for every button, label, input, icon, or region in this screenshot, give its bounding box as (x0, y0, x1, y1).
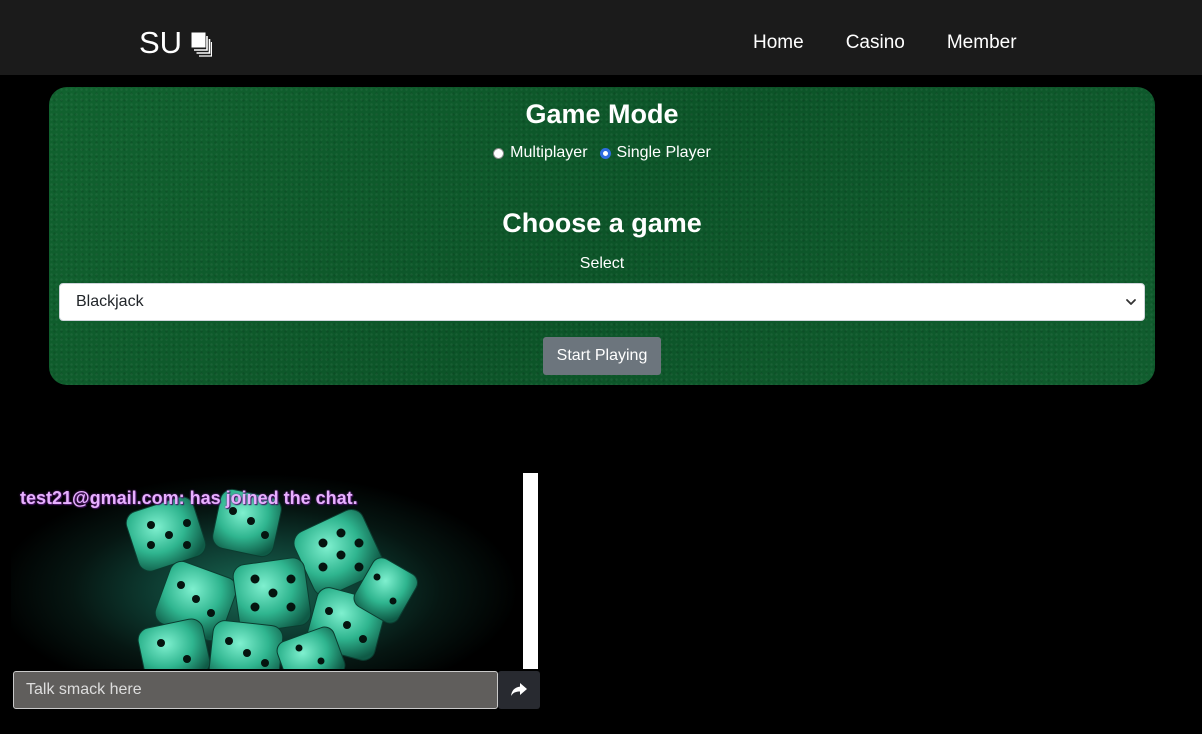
nav-link-home[interactable]: Home (753, 31, 804, 55)
nav-link-member[interactable]: Member (947, 31, 1017, 55)
share-arrow-icon (511, 683, 527, 696)
start-playing-button[interactable]: Start Playing (543, 337, 661, 375)
radio-multiplayer-circle[interactable] (493, 147, 505, 159)
game-mode-radio-group: Multiplayer Single Player (49, 144, 1155, 162)
chat-message: test21@gmail.com: has joined the chat. (20, 488, 358, 508)
nav-link-casino[interactable]: Casino (846, 31, 905, 55)
radio-single-player-circle[interactable] (599, 147, 611, 159)
game-select-panel: Game Mode Multiplayer Single Player Choo… (49, 87, 1155, 385)
brand-logo[interactable]: SU (139, 25, 213, 60)
brand-text: SU (139, 25, 183, 60)
radio-multiplayer[interactable]: Multiplayer (493, 144, 588, 162)
choose-game-title: Choose a game (502, 208, 702, 238)
stacked-cards-icon (190, 31, 213, 57)
select-label: Select (579, 255, 625, 272)
radio-single-player[interactable]: Single Player (599, 144, 711, 162)
game-mode-title: Game Mode (525, 99, 679, 129)
game-select-value: Blackjack (76, 293, 144, 310)
nav-links: Home Casino Member (753, 31, 1059, 55)
radio-multiplayer-label: Multiplayer (510, 144, 588, 161)
chat-log: test21@gmail.com: has joined the chat. (11, 473, 523, 669)
game-select[interactable]: Blackjack (59, 283, 1145, 321)
send-button[interactable] (498, 671, 540, 709)
chat-scrollbar[interactable] (523, 473, 538, 669)
navbar: SU Home Casino Member (0, 0, 1202, 75)
chat-input[interactable]: Talk smack here (13, 671, 498, 709)
radio-single-player-label: Single Player (616, 144, 711, 161)
chevron-down-icon (1126, 299, 1136, 305)
